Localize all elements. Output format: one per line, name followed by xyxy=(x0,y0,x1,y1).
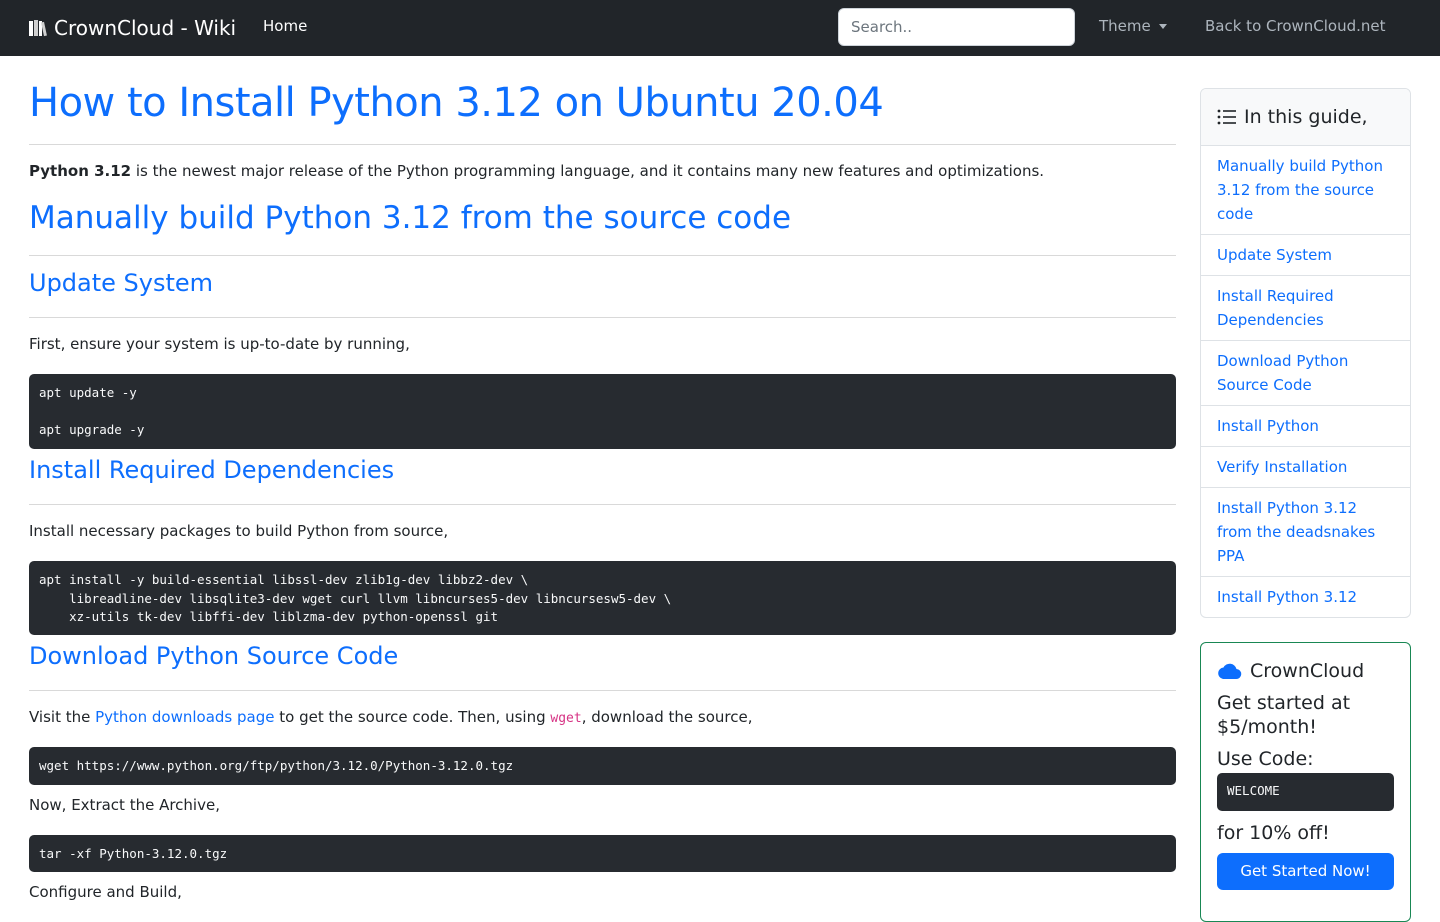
brand-link[interactable]: CrownCloud - Wiki xyxy=(28,14,236,42)
toc-item-install-dependencies[interactable]: Install Required Dependencies xyxy=(1201,276,1410,341)
divider xyxy=(29,317,1176,318)
toc-item-install-python[interactable]: Install Python xyxy=(1201,406,1410,447)
configure-text: Configure and Build, xyxy=(29,883,182,901)
heading-download-source: Download Python Source Code xyxy=(29,642,398,670)
back-to-crowncloud-link[interactable]: Back to CrownCloud.net xyxy=(1205,17,1386,35)
intro-bold: Python 3.12 xyxy=(29,162,131,180)
divider xyxy=(29,690,1176,691)
promo-card: CrownCloud Get started at $5/month! Use … xyxy=(1200,642,1411,922)
divider xyxy=(29,504,1176,505)
promo-title: CrownCloud xyxy=(1217,657,1394,685)
intro-paragraph: Python 3.12 is the newest major release … xyxy=(29,162,1044,180)
theme-label: Theme xyxy=(1099,17,1151,35)
divider xyxy=(29,255,1176,256)
list-icon xyxy=(1217,108,1237,126)
section-heading-manual-build: Manually build Python 3.12 from the sour… xyxy=(29,200,791,236)
promo-code: WELCOME xyxy=(1217,773,1394,811)
books-icon xyxy=(28,18,48,38)
heading-update-system: Update System xyxy=(29,269,213,297)
code-block-dependencies[interactable]: apt install -y build-essential libssl-de… xyxy=(29,561,1176,635)
code-block-extract[interactable]: tar -xf Python-3.12.0.tgz xyxy=(29,835,1176,872)
top-navbar: CrownCloud - Wiki Home Theme Back to Cro… xyxy=(0,0,1440,56)
toc-item-deadsnakes-ppa[interactable]: Install Python 3.12 from the deadsnakes … xyxy=(1201,488,1410,577)
divider xyxy=(29,144,1176,145)
toc-title: In this guide, xyxy=(1244,106,1368,128)
brand-label: CrownCloud - Wiki xyxy=(54,16,236,40)
toc-item-verify-installation[interactable]: Verify Installation xyxy=(1201,447,1410,488)
extract-text: Now, Extract the Archive, xyxy=(29,796,220,814)
toc-item-update-system[interactable]: Update System xyxy=(1201,235,1410,276)
caret-down-icon xyxy=(1159,24,1167,29)
intro-text: is the newest major release of the Pytho… xyxy=(131,162,1044,180)
download-text: , download the source, xyxy=(582,708,753,726)
inline-code-wget: wget xyxy=(550,711,581,726)
code-block-download[interactable]: wget https://www.python.org/ftp/python/3… xyxy=(29,747,1176,785)
nav-home-link[interactable]: Home xyxy=(263,17,307,35)
download-text: to get the source code. Then, using xyxy=(274,708,550,726)
toc-item-install-python-312[interactable]: Install Python 3.12 xyxy=(1201,577,1410,617)
download-text: Visit the xyxy=(29,708,95,726)
promo-discount-text: for 10% off! xyxy=(1217,821,1394,845)
update-text: First, ensure your system is up-to-date … xyxy=(29,335,410,353)
promo-price-text: Get started at $5/month! xyxy=(1217,691,1394,739)
toc-item-download-source[interactable]: Download Python Source Code xyxy=(1201,341,1410,406)
toc-header: In this guide, xyxy=(1201,89,1410,146)
table-of-contents: In this guide, Manually build Python 3.1… xyxy=(1200,88,1411,618)
toc-item-manual-build[interactable]: Manually build Python 3.12 from the sour… xyxy=(1201,146,1410,235)
deps-text: Install necessary packages to build Pyth… xyxy=(29,522,448,540)
theme-dropdown[interactable]: Theme xyxy=(1099,17,1167,35)
promo-title-text: CrownCloud xyxy=(1250,660,1364,682)
python-downloads-link[interactable]: Python downloads page xyxy=(95,708,274,726)
get-started-button[interactable]: Get Started Now! xyxy=(1217,853,1394,890)
promo-code-label: Use Code: xyxy=(1217,747,1394,771)
search-input[interactable] xyxy=(838,8,1075,46)
page-title: How to Install Python 3.12 on Ubuntu 20.… xyxy=(29,80,883,126)
heading-install-dependencies: Install Required Dependencies xyxy=(29,456,394,484)
download-paragraph: Visit the Python downloads page to get t… xyxy=(29,708,753,726)
cloud-icon xyxy=(1217,662,1242,680)
code-block-update[interactable]: apt update -y apt upgrade -y xyxy=(29,374,1176,449)
